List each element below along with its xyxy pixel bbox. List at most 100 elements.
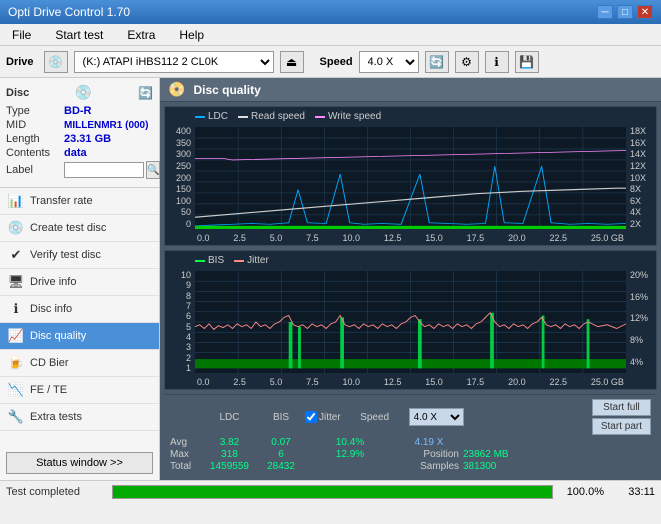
progress-time: 33:11 bbox=[610, 486, 655, 498]
disc-panel-icon: 💿 bbox=[75, 84, 92, 101]
disc-section-title: Disc bbox=[6, 87, 29, 99]
chart2-x-labels: 0.0 2.5 5.0 7.5 10.0 12.5 15.0 17.5 20.0… bbox=[195, 378, 626, 387]
samples-value: 381300 bbox=[463, 461, 528, 472]
avg-ldc: 3.82 bbox=[202, 437, 257, 448]
progress-percent: 100.0% bbox=[559, 486, 604, 498]
total-bis: 28432 bbox=[261, 461, 301, 472]
stats-ldc-header: LDC bbox=[202, 412, 257, 423]
drive-info-label: Drive info bbox=[30, 276, 76, 288]
sidebar-item-transfer-rate[interactable]: 📊 Transfer rate bbox=[0, 188, 159, 215]
transfer-rate-label: Transfer rate bbox=[30, 195, 93, 207]
max-ldc: 318 bbox=[202, 449, 257, 460]
disc-quality-icon: 📈 bbox=[8, 328, 24, 344]
sidebar-item-create-test-disc[interactable]: 💿 Create test disc bbox=[0, 215, 159, 242]
sidebar: Disc 💿 🔄 Type BD-R MID MILLENMR1 (000) L… bbox=[0, 78, 160, 480]
chart1-plot bbox=[195, 127, 626, 229]
speed-select[interactable]: 4.0 X bbox=[359, 51, 419, 73]
jitter-check-label: Jitter bbox=[319, 412, 341, 423]
disc-quality-header-icon: 📀 bbox=[168, 81, 185, 98]
jitter-legend-label: Jitter bbox=[247, 255, 269, 266]
menu-help[interactable]: Help bbox=[171, 26, 212, 44]
progress-bar-container bbox=[112, 485, 553, 499]
sidebar-item-disc-quality[interactable]: 📈 Disc quality bbox=[0, 323, 159, 350]
minimize-button[interactable]: ─ bbox=[597, 5, 613, 19]
sidebar-item-disc-info[interactable]: ℹ Disc info bbox=[0, 296, 159, 323]
extra-tests-label: Extra tests bbox=[30, 411, 82, 423]
sidebar-item-cd-bier[interactable]: 🍺 CD Bier bbox=[0, 350, 159, 377]
speed-label: Speed bbox=[320, 56, 353, 68]
start-part-button[interactable]: Start part bbox=[592, 418, 651, 435]
write-speed-legend-label: Write speed bbox=[328, 111, 381, 122]
ldc-legend-label: LDC bbox=[208, 111, 228, 122]
label-btn[interactable]: 🔍 bbox=[146, 161, 160, 179]
eject-icon[interactable]: ⏏ bbox=[280, 51, 304, 73]
contents-value: data bbox=[64, 147, 87, 159]
position-label: Position bbox=[399, 449, 459, 460]
type-value: BD-R bbox=[64, 105, 92, 117]
progress-bar bbox=[113, 486, 552, 498]
disc-info-label: Disc info bbox=[30, 303, 72, 315]
start-full-button[interactable]: Start full bbox=[592, 399, 651, 416]
jitter-checkbox[interactable] bbox=[305, 411, 317, 423]
transfer-rate-icon: 📊 bbox=[8, 193, 24, 209]
menu-start-test[interactable]: Start test bbox=[47, 26, 111, 44]
label-input[interactable] bbox=[64, 162, 144, 178]
drive-label: Drive bbox=[6, 56, 34, 68]
read-speed-legend-dot bbox=[238, 116, 248, 118]
contents-label: Contents bbox=[6, 147, 64, 159]
avg-speed: 4.19 X bbox=[399, 437, 459, 448]
total-ldc: 1459559 bbox=[202, 461, 257, 472]
chart1-x-labels: 0.0 2.5 5.0 7.5 10.0 12.5 15.0 17.5 20.0… bbox=[195, 234, 626, 243]
stats-area: LDC BIS Jitter Speed 4.0 X Start full St… bbox=[164, 394, 657, 476]
save-icon[interactable]: 💾 bbox=[515, 51, 539, 73]
stats-speed-select[interactable]: 4.0 X bbox=[409, 408, 464, 426]
drive-info-icon: 🖥 bbox=[8, 274, 24, 290]
disc-refresh-icon[interactable]: 🔄 bbox=[138, 86, 153, 100]
bis-chart-legend: BIS Jitter bbox=[195, 255, 269, 266]
disc-quality-header: 📀 Disc quality bbox=[160, 78, 661, 102]
write-speed-legend-dot bbox=[315, 116, 325, 118]
type-label: Type bbox=[6, 105, 64, 117]
mid-label: MID bbox=[6, 119, 64, 131]
close-button[interactable]: ✕ bbox=[637, 5, 653, 19]
verify-test-disc-icon: ✔ bbox=[8, 247, 24, 263]
chart-container: LDC Read speed Write speed 400 350 30 bbox=[160, 102, 661, 480]
avg-jitter: 10.4% bbox=[305, 437, 395, 448]
read-speed-legend-item: Read speed bbox=[238, 111, 305, 122]
read-speed-legend-label: Read speed bbox=[251, 111, 305, 122]
ldc-legend-item: LDC bbox=[195, 111, 228, 122]
sidebar-item-drive-info[interactable]: 🖥 Drive info bbox=[0, 269, 159, 296]
menu-file[interactable]: File bbox=[4, 26, 39, 44]
cd-bier-label: CD Bier bbox=[30, 357, 69, 369]
disc-quality-title: Disc quality bbox=[193, 83, 260, 97]
stats-bis-header: BIS bbox=[261, 412, 301, 423]
disc-info-icon: ℹ bbox=[8, 301, 24, 317]
jitter-legend-dot bbox=[234, 260, 244, 262]
ldc-chart-legend: LDC Read speed Write speed bbox=[195, 111, 381, 122]
position-value: 23862 MB bbox=[463, 449, 528, 460]
progress-status-text: Test completed bbox=[6, 486, 106, 498]
write-speed-legend-item: Write speed bbox=[315, 111, 381, 122]
sidebar-item-extra-tests[interactable]: 🔧 Extra tests bbox=[0, 404, 159, 431]
maximize-button[interactable]: □ bbox=[617, 5, 633, 19]
fe-te-label: FE / TE bbox=[30, 384, 67, 396]
max-label: Max bbox=[170, 449, 198, 460]
sidebar-item-verify-test-disc[interactable]: ✔ Verify test disc bbox=[0, 242, 159, 269]
menu-extra[interactable]: Extra bbox=[119, 26, 163, 44]
total-label: Total bbox=[170, 461, 198, 472]
chart2-y-right: 20% 16% 12% 8% 4% bbox=[628, 271, 656, 373]
settings-icon[interactable]: ⚙ bbox=[455, 51, 479, 73]
bis-legend-dot bbox=[195, 260, 205, 262]
info-icon2[interactable]: ℹ bbox=[485, 51, 509, 73]
title-bar: Opti Drive Control 1.70 ─ □ ✕ bbox=[0, 0, 661, 24]
drive-bar: Drive 💿 (K:) ATAPI iHBS112 2 CL0K ⏏ Spee… bbox=[0, 46, 661, 78]
sidebar-item-fe-te[interactable]: 📉 FE / TE bbox=[0, 377, 159, 404]
stats-speed-header: Speed bbox=[345, 412, 405, 423]
drive-select[interactable]: (K:) ATAPI iHBS112 2 CL0K bbox=[74, 51, 274, 73]
samples-label: Samples bbox=[399, 461, 459, 472]
refresh-icon[interactable]: 🔄 bbox=[425, 51, 449, 73]
chart1-svg bbox=[195, 127, 626, 229]
drive-icon: 💿 bbox=[44, 51, 68, 73]
status-window-btn[interactable]: Status window >> bbox=[6, 452, 153, 474]
length-label: Length bbox=[6, 133, 64, 145]
